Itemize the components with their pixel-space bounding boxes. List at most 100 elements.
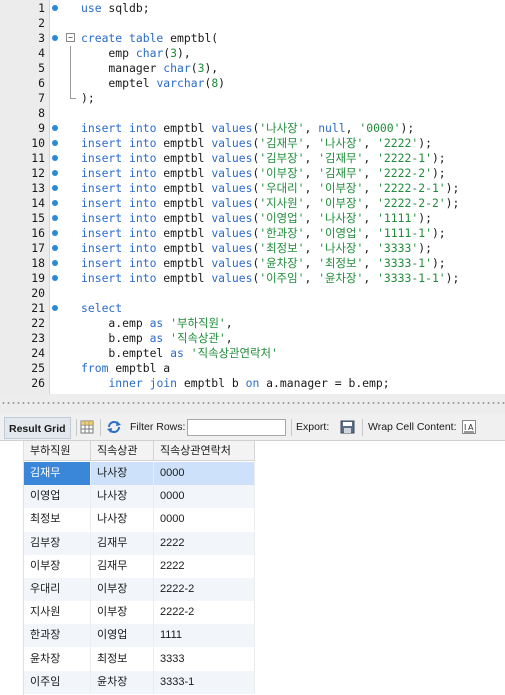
code-line[interactable]: 4 emp char(3), <box>0 46 505 61</box>
table-cell[interactable]: 1111 <box>154 624 255 648</box>
code-line[interactable]: 18 insert into emptbl values('윤차장', '최정보'… <box>0 256 505 271</box>
sql-text: , <box>363 196 378 210</box>
code-text: insert into emptbl values('이주임', '윤차장', … <box>81 271 459 286</box>
toolbar-separator <box>362 419 363 436</box>
sql-text: b.emp <box>81 331 150 345</box>
sql-text: emptbl b <box>177 376 246 390</box>
sql-keyword: null <box>318 121 346 135</box>
table-cell[interactable]: 이영업 <box>91 624 154 648</box>
code-line[interactable]: 21 select <box>0 301 505 316</box>
line-number: 16 <box>31 226 45 240</box>
table-cell[interactable]: 지사원 <box>24 601 91 625</box>
code-line[interactable]: 9 insert into emptbl values('나사장', null, … <box>0 121 505 136</box>
table-cell[interactable]: 윤차장 <box>24 647 91 671</box>
table-cell[interactable]: 3333 <box>154 647 255 671</box>
collapse-icon[interactable]: − <box>66 33 75 42</box>
line-number: 10 <box>31 136 45 150</box>
table-cell[interactable]: 2222-2 <box>154 601 255 625</box>
code-line[interactable]: 8 <box>0 106 505 121</box>
table-cell[interactable]: 김재무 <box>91 554 154 578</box>
code-line[interactable]: 5 manager char(3), <box>0 61 505 76</box>
table-cell[interactable]: 이부장 <box>91 601 154 625</box>
row-selector-column[interactable] <box>0 441 24 695</box>
code-line[interactable]: 19 insert into emptbl values('이주임', '윤차장'… <box>0 271 505 286</box>
sql-string: '1111-1' <box>377 226 432 240</box>
code-line[interactable]: 22 a.emp as '부하직원', <box>0 316 505 331</box>
sql-string: '윤차장' <box>259 256 305 270</box>
result-grid[interactable]: 부하직원 직속상관 직속상관연락처 김재무 나사장 0000 이영업 나사장 0000 최정… <box>0 441 505 695</box>
result-grid-tab[interactable]: Result Grid <box>4 417 71 439</box>
sql-text: sqldb; <box>101 1 150 15</box>
code-line[interactable]: 25 from emptbl a <box>0 361 505 376</box>
sql-keyword: varchar <box>156 76 205 90</box>
column-header[interactable]: 직속상관 <box>91 441 154 461</box>
sql-editor[interactable]: 1 use sqldb; 2 3 − create table emptbl(4 emp … <box>0 0 505 394</box>
export-icon[interactable] <box>340 420 355 434</box>
table-cell[interactable]: 2222 <box>154 531 255 555</box>
table-cell[interactable]: 나사장 <box>91 462 154 485</box>
sql-string: '2222-2' <box>377 166 432 180</box>
code-line[interactable]: 24 b.emptel as '직속상관연락처' <box>0 346 505 361</box>
code-text: insert into emptbl values('나사장', null, '… <box>81 121 414 136</box>
sql-text: , <box>363 166 378 180</box>
code-line[interactable]: 12 insert into emptbl values('이부장', '김재무'… <box>0 166 505 181</box>
grid-icon[interactable] <box>80 420 94 434</box>
table-cell[interactable]: 이주임 <box>24 670 91 694</box>
sql-text: , <box>363 151 378 165</box>
table-cell[interactable]: 윤차장 <box>91 670 154 694</box>
code-line[interactable]: 16 insert into emptbl values('한과장', '이영업'… <box>0 226 505 241</box>
wrap-text-icon[interactable]: I A <box>462 420 476 434</box>
table-cell[interactable]: 2222 <box>154 554 255 578</box>
table-cell[interactable]: 2222-2 <box>154 578 255 601</box>
line-number: 15 <box>31 211 45 225</box>
line-number: 3 <box>38 31 45 45</box>
code-line[interactable]: 6 emptel varchar(8) <box>0 76 505 91</box>
line-number: 6 <box>38 76 45 90</box>
code-line[interactable]: 14 insert into emptbl values('지사원', '이부장'… <box>0 196 505 211</box>
sql-string: '최정보' <box>318 256 364 270</box>
sql-text: , <box>225 331 233 345</box>
code-text: ); <box>81 91 95 106</box>
code-line[interactable]: 2 <box>0 16 505 31</box>
table-cell[interactable]: 김재무 <box>24 462 91 485</box>
sql-text: ); <box>445 181 460 195</box>
table-cell[interactable]: 김부장 <box>24 531 91 555</box>
table-cell[interactable]: 0000 <box>154 462 255 485</box>
sql-text: , <box>304 181 319 195</box>
sql-text: emptbl( <box>163 31 219 45</box>
filter-rows-input[interactable] <box>187 419 286 436</box>
table-cell[interactable]: 0000 <box>154 508 255 532</box>
table-cell[interactable]: 나사장 <box>91 485 154 509</box>
code-line[interactable]: 1 use sqldb; <box>0 1 505 16</box>
toolbar-separator <box>76 419 77 436</box>
code-line[interactable]: 15 insert into emptbl values('이영업', '나사장'… <box>0 211 505 226</box>
table-cell[interactable]: 최정보 <box>24 508 91 532</box>
sql-keyword: char <box>163 61 191 75</box>
sql-keyword: insert into <box>81 136 157 150</box>
table-cell[interactable]: 김재무 <box>91 531 154 555</box>
code-line[interactable]: 13 insert into emptbl values('우대리', '이부장'… <box>0 181 505 196</box>
refresh-icon[interactable] <box>106 420 121 434</box>
table-cell[interactable]: 한과장 <box>24 624 91 648</box>
code-line[interactable]: 11 insert into emptbl values('김부장', '김재무'… <box>0 151 505 166</box>
table-cell[interactable]: 3333-1 <box>154 670 255 694</box>
table-cell[interactable]: 나사장 <box>91 508 154 532</box>
sql-keyword: values <box>211 166 253 180</box>
splitter-handle[interactable] <box>0 394 505 414</box>
column-header[interactable]: 직속상관연락처 <box>154 441 255 461</box>
table-cell[interactable]: 최정보 <box>91 647 154 671</box>
code-line[interactable]: 17 insert into emptbl values('최정보', '나사장'… <box>0 241 505 256</box>
sql-keyword: create table <box>81 31 164 45</box>
column-header[interactable]: 부하직원 <box>24 441 91 461</box>
code-line[interactable]: 23 b.emp as '직속상관', <box>0 331 505 346</box>
table-cell[interactable]: 우대리 <box>24 578 91 601</box>
code-line[interactable]: 20 <box>0 286 505 301</box>
code-line[interactable]: 10 insert into emptbl values('김재무', '나사장'… <box>0 136 505 151</box>
table-cell[interactable]: 이영업 <box>24 485 91 509</box>
table-cell[interactable]: 이부장 <box>91 578 154 601</box>
table-cell[interactable]: 이부장 <box>24 554 91 578</box>
table-cell[interactable]: 0000 <box>154 485 255 509</box>
code-line[interactable]: 26 inner join emptbl b on a.manager = b.… <box>0 376 505 391</box>
export-label: Export: <box>296 421 330 433</box>
code-line[interactable]: 3 − create table emptbl( <box>0 31 505 46</box>
